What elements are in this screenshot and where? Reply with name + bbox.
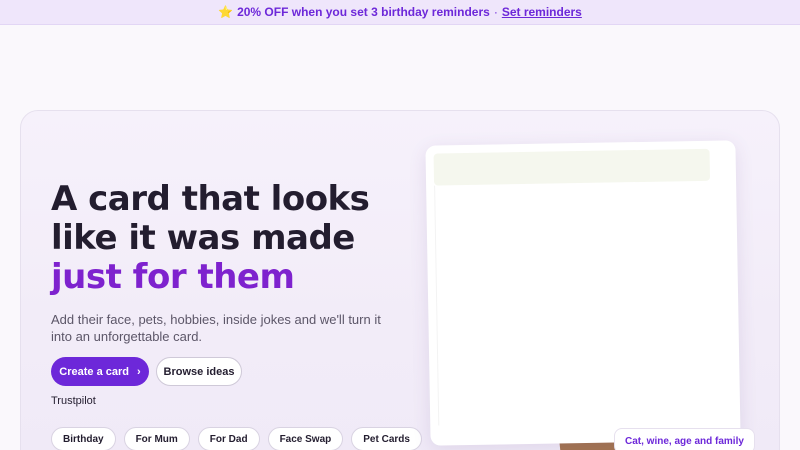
create-card-label: Create a card [59,365,130,378]
chevron-right-icon: › [137,365,141,378]
hero-subtext: Add their face, pets, hobbies, inside jo… [51,312,381,344]
promo-banner: ⭐ 20% OFF when you set 3 birthday remind… [0,0,800,25]
set-reminders-link[interactable]: Set reminders [502,5,582,19]
chip-for-mum[interactable]: For Mum [123,427,190,450]
headline-line-1: A card that looks [51,179,370,219]
star-icon: ⭐ [218,5,234,19]
category-chips: Birthday For Mum For Dad Face Swap Pet C… [51,427,422,450]
promo-separator: · [493,5,498,19]
chip-birthday[interactable]: Birthday [51,427,116,450]
card-header-strip [433,148,711,186]
hero-headline: A card that looks like it was made just … [51,180,411,297]
chip-pet-cards[interactable]: Pet Cards [351,427,422,450]
card-body [434,180,715,426]
chip-face-swap[interactable]: Face Swap [267,427,344,450]
card-theme-tag: Cat, wine, age and family [614,428,755,450]
card-preview [425,140,741,446]
headline-accent: just for them [51,257,295,297]
trustpilot-widget[interactable]: Trustpilot [51,395,96,407]
create-card-button[interactable]: Create a card › [51,357,149,386]
promo-text: 20% OFF when you set 3 birthday reminder… [237,5,490,19]
chip-for-dad[interactable]: For Dad [197,427,260,450]
browse-ideas-button[interactable]: Browse ideas [156,357,242,386]
headline-line-2: like it was made [51,218,355,258]
browse-ideas-label: Browse ideas [163,365,235,378]
